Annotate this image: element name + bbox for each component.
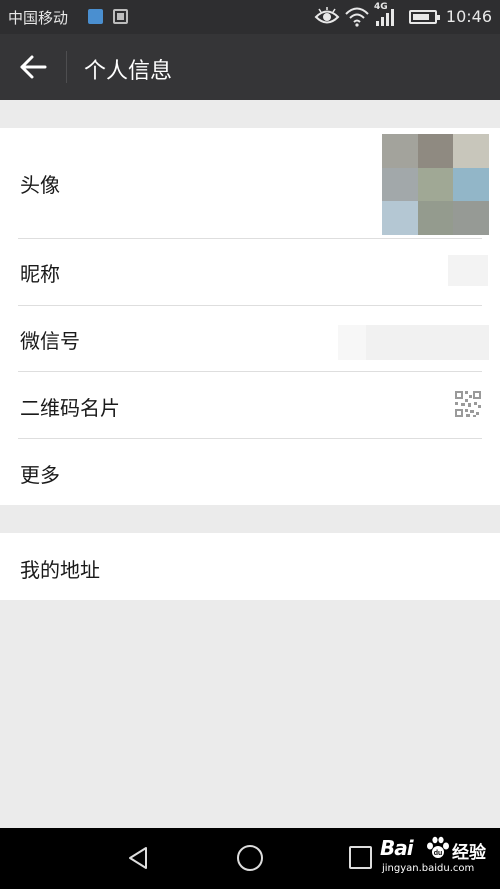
- avatar-pixel: [417, 167, 454, 202]
- baidu-jingyan-watermark: Bai du 经验 jingyan.baidu.com: [380, 832, 498, 880]
- nickname-value-blurred: [448, 255, 488, 286]
- watermark-url: jingyan.baidu.com: [382, 863, 475, 874]
- title-divider: [66, 51, 67, 83]
- eye-comfort-icon: [314, 7, 340, 24]
- profile-section: 头像 昵称 微信号 二维码名片 更多: [0, 128, 500, 505]
- nav-recent-apps-icon[interactable]: [349, 846, 372, 869]
- watermark-logo: Bai: [380, 836, 414, 860]
- avatar-pixel: [417, 201, 454, 235]
- back-arrow-icon[interactable]: [14, 49, 54, 85]
- wechat-id-label: 微信号: [20, 329, 80, 353]
- avatar-pixel: [382, 134, 418, 168]
- my-address-label: 我的地址: [20, 558, 100, 582]
- wifi-icon: [345, 7, 369, 27]
- qr-code-icon: [455, 391, 481, 417]
- wechat-id-value-blurred: [338, 325, 489, 360]
- my-address-row[interactable]: 我的地址: [0, 533, 500, 600]
- avatar-pixel: [417, 134, 454, 168]
- avatar-pixel: [382, 201, 418, 235]
- avatar-pixel: [453, 201, 489, 235]
- nickname-label: 昵称: [20, 262, 60, 286]
- carrier-name: 中国移动: [8, 9, 69, 27]
- avatar-label: 头像: [20, 173, 60, 197]
- qr-code-label: 二维码名片: [20, 396, 120, 420]
- avatar-pixel: [453, 167, 489, 202]
- address-section: 我的地址: [0, 533, 500, 600]
- profile-qr-code-row[interactable]: 二维码名片: [0, 371, 500, 438]
- title-bar: 个人信息: [0, 34, 500, 100]
- notification-gallery-icon: [113, 9, 128, 24]
- profile-nickname-row[interactable]: 昵称: [0, 238, 500, 305]
- status-bar: 中国移动 4G 10:46: [0, 0, 500, 34]
- avatar-pixel: [382, 167, 418, 202]
- avatar-image: [382, 134, 489, 235]
- nav-home-icon[interactable]: [237, 845, 263, 871]
- svg-text:du: du: [434, 850, 443, 857]
- more-label: 更多: [20, 463, 60, 487]
- baidu-paw-icon: du: [427, 836, 449, 858]
- battery-icon: [409, 10, 440, 24]
- notification-app-icon: [88, 9, 103, 24]
- clock: 10:46: [445, 7, 492, 26]
- watermark-text: 经验: [452, 843, 486, 863]
- profile-avatar-row[interactable]: 头像: [0, 128, 500, 238]
- nav-back-icon[interactable]: [126, 845, 152, 871]
- profile-wechat-id-row[interactable]: 微信号: [0, 305, 500, 371]
- profile-more-row[interactable]: 更多: [0, 438, 500, 505]
- page-title: 个人信息: [84, 59, 173, 84]
- signal-strength-icon: [376, 9, 394, 26]
- avatar-pixel: [453, 134, 489, 168]
